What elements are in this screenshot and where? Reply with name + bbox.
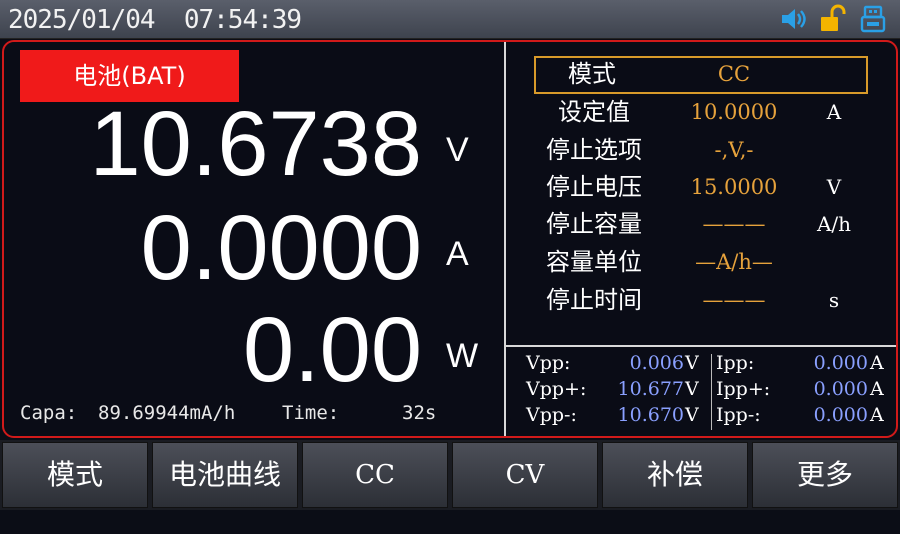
- softkey-mode[interactable]: 模式: [2, 442, 148, 508]
- setpoint-unit: A: [826, 100, 842, 124]
- ipp-minus-unit: A: [870, 404, 884, 426]
- ipp-label: Ipp:: [716, 352, 755, 374]
- capacity-unit-value[interactable]: —A/h—: [664, 244, 804, 280]
- stop-voltage-label: 停止电压: [546, 173, 642, 201]
- vpp-minus-label: Vpp-:: [526, 404, 577, 426]
- voltage-reading: 10.6738: [89, 93, 422, 195]
- vpp-label: Vpp:: [526, 352, 571, 374]
- capa-value: 89.69944mA/h: [98, 402, 236, 424]
- capa-label: Capa:: [20, 402, 78, 424]
- ipp-plus-label: Ipp+:: [716, 378, 771, 400]
- usb-icon[interactable]: [858, 4, 888, 34]
- power-reading: 0.00: [242, 299, 422, 401]
- setpoint-value[interactable]: 10.0000: [664, 94, 804, 130]
- softkey-bar: 模式 电池曲线 CC CV 补偿 更多: [0, 440, 900, 510]
- main-panel: 电池(BAT) 10.6738 V 0.0000 A 0.00 W Capa: …: [2, 40, 898, 438]
- softkey-more[interactable]: 更多: [752, 442, 898, 508]
- time-value: 32s: [402, 402, 437, 424]
- ripple-separator: [711, 354, 712, 430]
- capacity-unit-label: 容量单位: [546, 248, 642, 276]
- stop-time-value[interactable]: ———: [664, 282, 804, 318]
- vpp-minus-value: 10.670: [617, 404, 684, 426]
- vpp-minus-unit: V: [685, 404, 699, 426]
- status-bar: 2025/01/04 07:54:39: [0, 0, 900, 39]
- ipp-value: 0.000: [813, 352, 868, 374]
- ipp-unit: A: [870, 352, 884, 374]
- ipp-minus-value: 0.000: [813, 404, 868, 426]
- vertical-divider: [504, 42, 506, 436]
- stop-voltage-value[interactable]: 15.0000: [664, 169, 804, 205]
- speaker-icon[interactable]: [778, 4, 808, 34]
- setpoint-label: 设定值: [558, 98, 630, 126]
- current-reading: 0.0000: [140, 197, 422, 299]
- unlock-icon[interactable]: [818, 4, 848, 34]
- ipp-plus-value: 0.000: [813, 378, 868, 400]
- vpp-plus-value: 10.677: [617, 378, 684, 400]
- stop-capacity-label: 停止容量: [546, 210, 642, 238]
- stop-option-value[interactable]: -,V,-: [664, 132, 804, 168]
- vpp-plus-label: Vpp+:: [526, 378, 587, 400]
- stop-capacity-unit: A/h: [816, 212, 852, 236]
- stop-option-label: 停止选项: [546, 136, 642, 164]
- softkey-compensation[interactable]: 补偿: [602, 442, 748, 508]
- power-unit: W: [446, 337, 479, 375]
- voltage-unit: V: [446, 131, 469, 169]
- current-unit: A: [446, 235, 469, 273]
- vpp-unit: V: [685, 352, 699, 374]
- stop-time-unit: s: [828, 288, 840, 312]
- softkey-cc[interactable]: CC: [302, 442, 448, 508]
- stop-voltage-unit: V: [826, 175, 842, 199]
- softkey-cv[interactable]: CV: [452, 442, 598, 508]
- ipp-minus-label: Ipp-:: [716, 404, 761, 426]
- vpp-plus-unit: V: [685, 378, 699, 400]
- horizontal-divider: [506, 345, 896, 347]
- vpp-value: 0.006: [629, 352, 684, 374]
- mode-value[interactable]: CC: [664, 56, 804, 92]
- stop-capacity-value[interactable]: ———: [664, 206, 804, 242]
- time-label: Time:: [282, 402, 340, 424]
- softkey-battery-curve[interactable]: 电池曲线: [152, 442, 298, 508]
- ipp-plus-unit: A: [870, 378, 884, 400]
- mode-label: 模式: [568, 60, 616, 88]
- stop-time-label: 停止时间: [546, 286, 642, 314]
- datetime: 2025/01/04 07:54:39: [8, 5, 302, 35]
